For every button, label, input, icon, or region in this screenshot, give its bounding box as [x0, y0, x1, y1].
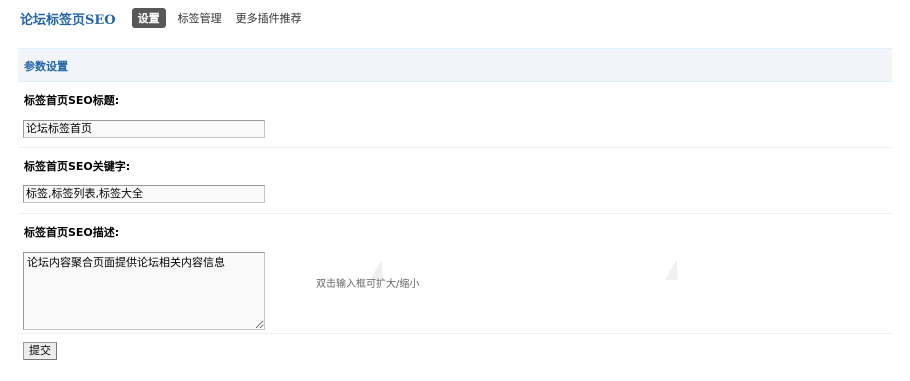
tab-settings[interactable]: 设置 [131, 8, 166, 28]
row-divider [18, 333, 892, 334]
seo-description-label: 标签首页SEO描述: [24, 226, 120, 239]
section-header: 参数设置 [18, 48, 892, 82]
row-divider [18, 213, 892, 214]
seo-title-input[interactable] [23, 120, 265, 138]
seo-keywords-label: 标签首页SEO关键字: [24, 160, 131, 173]
seo-keywords-input[interactable] [23, 185, 265, 203]
tab-more-plugins[interactable]: 更多插件推荐 [236, 10, 302, 26]
top-nav: 论坛标签页SEO 设置 标签管理 更多插件推荐 [20, 8, 316, 28]
app-title: 论坛标签页SEO [20, 12, 116, 28]
section-title: 参数设置 [24, 60, 68, 73]
tab-tag-management[interactable]: 标签管理 [178, 10, 222, 26]
resize-hint: 双击输入框可扩大/缩小 [316, 279, 420, 290]
submit-button[interactable]: 提交 [23, 342, 57, 360]
seo-description-textarea[interactable]: 论坛内容聚合页面提供论坛相关内容信息 [23, 252, 265, 330]
row-divider [18, 147, 892, 148]
settings-page: 论坛标签页SEO 设置 标签管理 更多插件推荐 参数设置 标签首页SEO标题: … [0, 0, 910, 381]
seo-title-label: 标签首页SEO标题: [24, 94, 120, 107]
